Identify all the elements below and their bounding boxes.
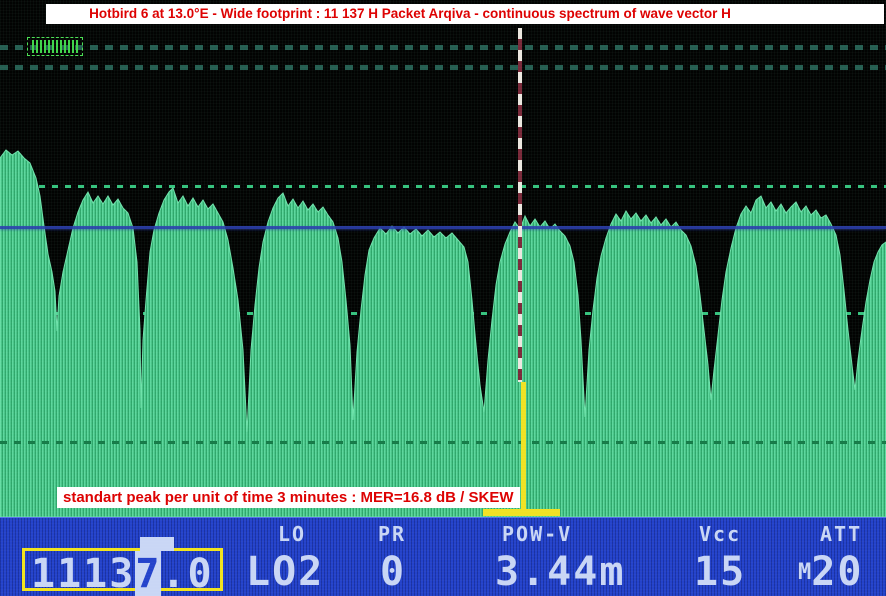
pow-v-value: 3.44m (495, 549, 625, 595)
att-mode-prefix: M (798, 560, 811, 585)
frequency-digit-selected[interactable]: 7 (135, 551, 161, 596)
pr-value: 0 (380, 549, 406, 595)
frequency-display[interactable]: 11137.0 (22, 548, 223, 591)
vcc-value: 15 (694, 549, 746, 595)
annotation-label: standart peak per unit of time 3 minutes… (57, 487, 520, 508)
frequency-value: 11137.0 (31, 551, 214, 596)
vcc-label: Vcc (699, 522, 741, 546)
att-value: M20 (798, 549, 863, 595)
status-bar: LO PR POW-V Vcc ATT 11137.0 LO2 0 3.44m … (0, 517, 886, 596)
page-title: Hotbird 6 at 13.0°E - Wide footprint : 1… (46, 4, 884, 24)
threshold-line-blue (0, 226, 886, 229)
frequency-digit-cursor[interactable] (140, 537, 174, 551)
meter-screen: Hotbird 6 at 13.0°E - Wide footprint : 1… (0, 0, 886, 596)
lo-value: LO2 (246, 549, 324, 595)
reference-line-floor (0, 441, 886, 444)
grid-line-top-2 (0, 65, 886, 70)
pow-v-label: POW-V (502, 522, 572, 546)
pr-label: PR (378, 522, 406, 546)
marker-box-icon (27, 37, 83, 56)
measurement-marker-line (521, 382, 526, 511)
att-number: 20 (811, 549, 863, 595)
grid-line-top-1 (0, 45, 886, 50)
lo-label: LO (278, 522, 306, 546)
measurement-marker-base (483, 509, 560, 516)
frequency-digits-pre: 1113 (31, 551, 135, 596)
att-label: ATT (820, 522, 862, 546)
frequency-cursor-line (518, 28, 522, 382)
spectrum-shape (0, 150, 886, 517)
frequency-digits-post: .0 (161, 551, 213, 596)
